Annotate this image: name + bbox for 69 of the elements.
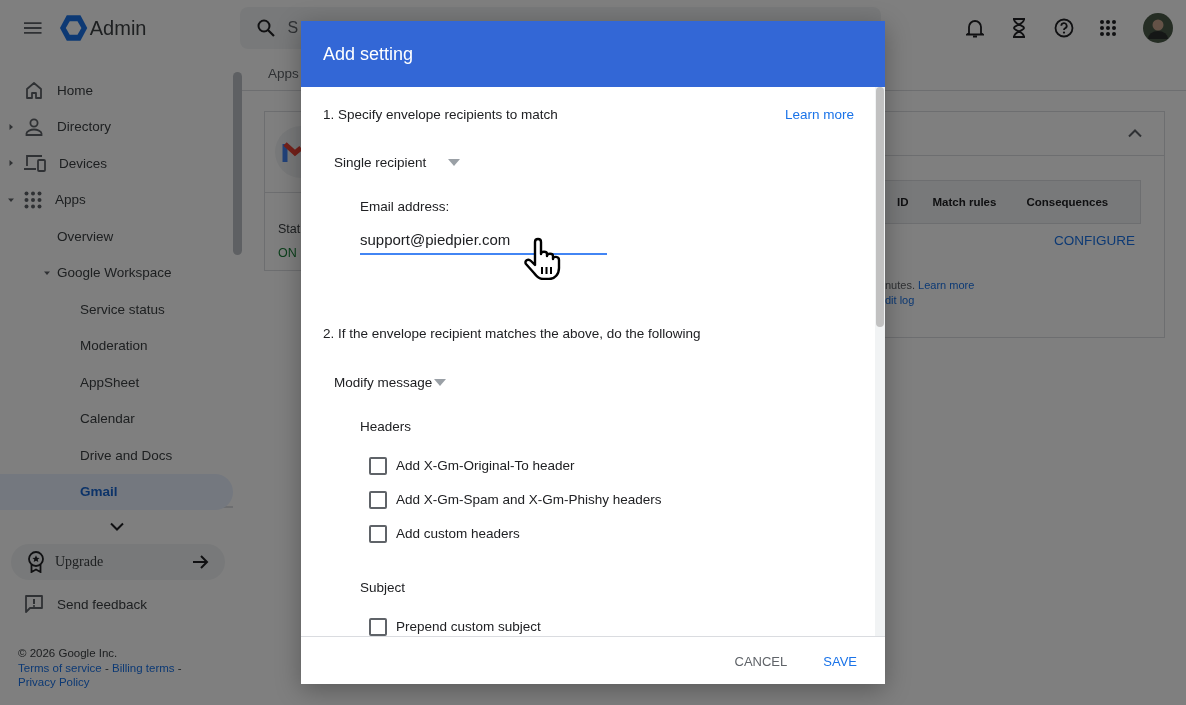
send-feedback-link[interactable]: Send feedback	[24, 590, 148, 618]
menu-icon[interactable]	[24, 22, 42, 34]
sidebar-item[interactable]: Apps	[0, 181, 233, 218]
status-label: Stat	[278, 221, 301, 238]
group-title: Headers	[360, 418, 413, 436]
checkbox[interactable]	[369, 525, 387, 543]
sidebar-item[interactable]: Google Workspace	[0, 254, 233, 291]
breadcrumb-link[interactable]: Apps	[268, 65, 299, 81]
award-icon	[27, 551, 45, 573]
column-header: Match rules	[932, 196, 997, 208]
checkbox[interactable]	[369, 618, 387, 636]
column-header: Consequences	[1026, 196, 1109, 208]
chevron-down-icon[interactable]	[109, 522, 124, 531]
sidebar-item[interactable]: Home	[0, 72, 233, 109]
feedback-icon	[24, 594, 44, 614]
checkbox-label: Add X-Gm-Spam and X-Gm-Phishy headers	[396, 492, 662, 508]
chevron-up-icon[interactable]	[1128, 129, 1142, 138]
save-button[interactable]: SAVE	[815, 645, 865, 677]
footer-link[interactable]: Terms of service	[18, 661, 102, 674]
apps-grid-icon[interactable]	[1100, 20, 1116, 36]
home-icon	[24, 80, 44, 101]
sidebar-item[interactable]: Drive and Docs	[0, 437, 233, 474]
apps-grid-icon	[24, 190, 42, 209]
field-label: Email address:	[360, 198, 451, 216]
learn-more-link[interactable]: Learn more	[918, 279, 975, 291]
dialog-title: Add setting	[323, 43, 414, 65]
configure-button[interactable]: CONFIGURE	[1054, 233, 1135, 248]
arrow-right-icon	[193, 555, 209, 569]
hourglass-icon[interactable]	[1012, 18, 1026, 38]
dropdown-caret-icon	[448, 158, 460, 166]
sidebar-item[interactable]: Overview	[0, 218, 233, 255]
section-heading: 2. If the envelope recipient matches the above, do the following	[323, 325, 702, 343]
dropdown-caret-icon	[434, 378, 446, 386]
checkbox-label: Add X-Gm-Original-To header	[396, 458, 575, 474]
upgrade-button[interactable]: Upgrade	[11, 544, 225, 580]
dropdown[interactable]: Single recipient	[334, 144, 460, 180]
sidebar-item[interactable]: Calendar	[0, 400, 233, 437]
devices-icon	[24, 154, 46, 173]
product-name: Admin	[89, 16, 147, 40]
footer-link[interactable]: Privacy Policy	[18, 676, 90, 688]
link-separator: -	[177, 661, 182, 674]
checkbox[interactable]	[369, 457, 387, 475]
audit-log-link[interactable]: dit log	[885, 294, 915, 306]
copyright-text: © 2026 Google Inc.	[18, 646, 119, 661]
sidebar-item[interactable]: Gmail	[0, 473, 233, 510]
sidebar-item[interactable]: Moderation	[0, 327, 233, 364]
sidebar-item[interactable]: Devices	[0, 145, 233, 182]
group-title: Subject	[360, 579, 407, 597]
sidebar-item[interactable]: Directory	[0, 108, 233, 145]
section-heading: 1. Specify envelope recipients to match	[323, 106, 558, 124]
link-separator: -	[104, 661, 109, 674]
checkbox-label: Prepend custom subject	[396, 619, 541, 635]
sidebar-item[interactable]: AppSheet	[0, 364, 233, 401]
hexagon-logo-icon	[58, 14, 88, 42]
status-value: ON	[278, 245, 298, 262]
cancel-button[interactable]: CANCEL	[726, 645, 796, 677]
learn-more-link[interactable]: Learn more	[784, 105, 854, 125]
sidebar-item[interactable]: Service status	[0, 291, 233, 328]
column-header: ID	[897, 196, 909, 208]
search-icon[interactable]	[257, 19, 276, 37]
dropdown[interactable]: Modify message	[334, 364, 446, 400]
bell-icon[interactable]	[966, 18, 984, 38]
person-icon	[24, 116, 44, 137]
avatar-icon[interactable]	[1143, 13, 1173, 43]
checkbox-label: Add custom headers	[396, 526, 520, 542]
footer-link[interactable]: Billing terms	[111, 661, 175, 674]
checkbox[interactable]	[369, 491, 387, 509]
help-icon[interactable]	[1054, 18, 1074, 38]
note-text: nutes.	[885, 279, 915, 291]
